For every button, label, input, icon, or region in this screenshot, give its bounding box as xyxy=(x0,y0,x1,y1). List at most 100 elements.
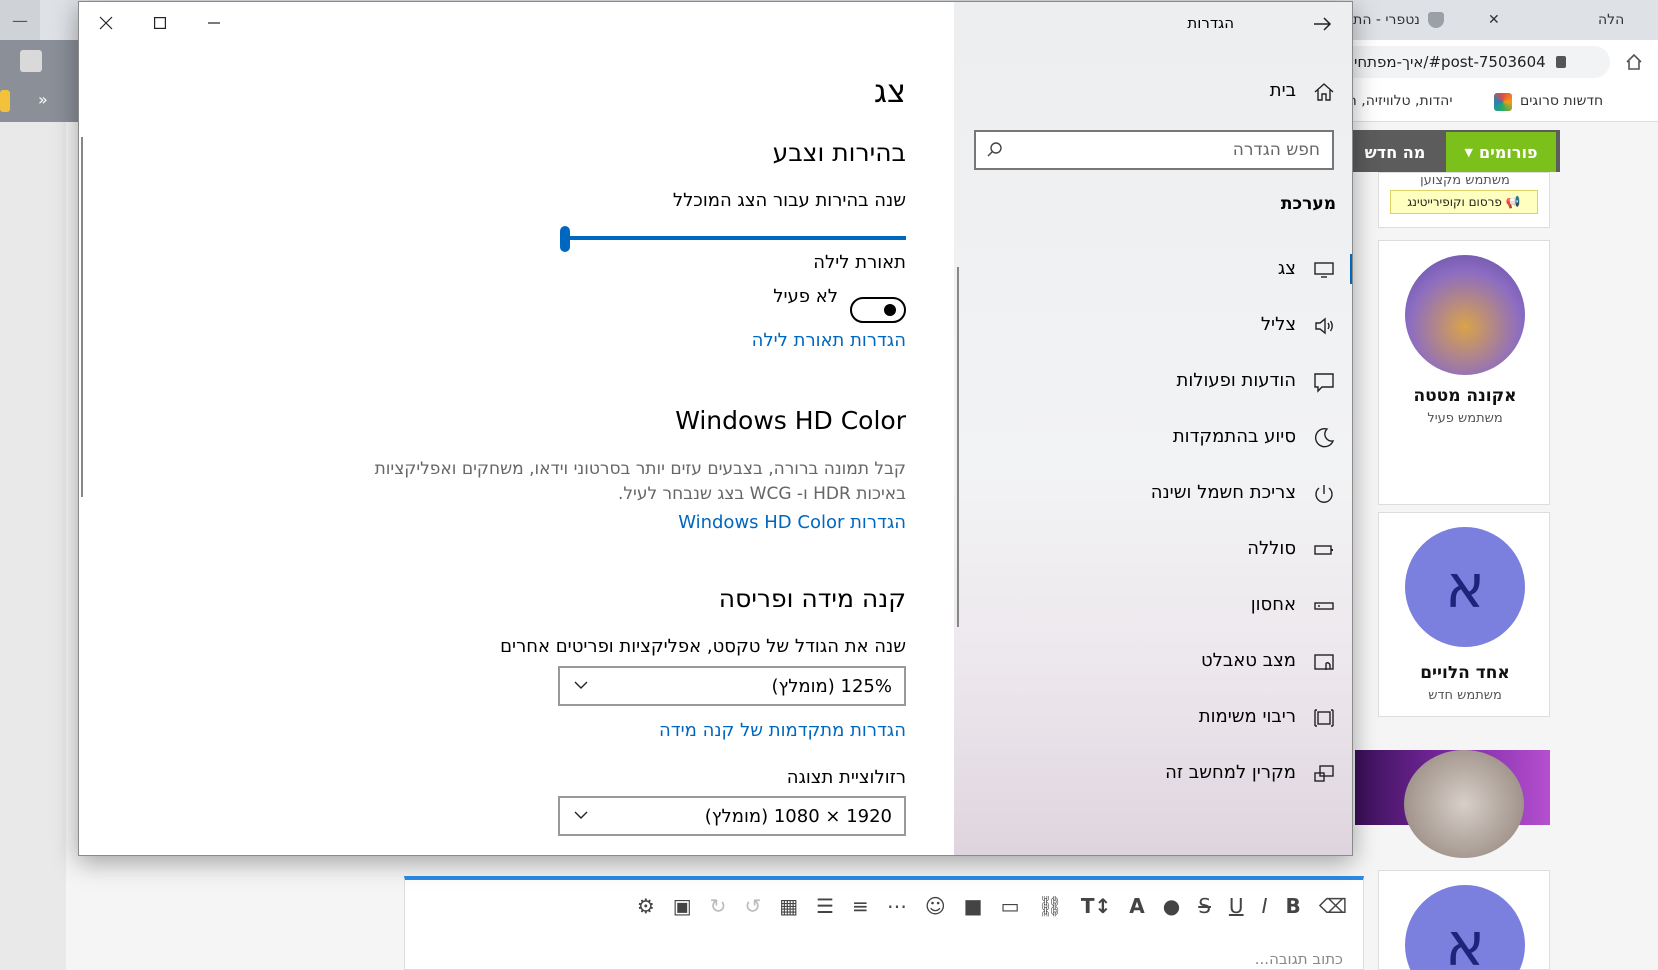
chevron-down-icon xyxy=(572,806,590,824)
editor-toolbar: ⚙ ▣ ↻ ↺ ▦ ☰ ≡ ⋯ ☺ ■ ▭ ⛓ T↕ A ● S U I B ⌫ xyxy=(405,886,1363,926)
hd-color-desc-line: באיכות HDR ו- WCG בצג שנבחר לעיל. xyxy=(617,484,906,504)
nav-item-focus-assist[interactable]: סיוע בהתמקדות xyxy=(954,416,1352,460)
user-role: משתמש פעיל xyxy=(1427,411,1503,426)
content-scrollbar[interactable] xyxy=(81,137,83,497)
moon-icon xyxy=(1312,426,1336,450)
settings-icon[interactable]: ⚙ xyxy=(637,894,655,918)
scale-dropdown-value: 125% (מומלץ) xyxy=(771,676,892,697)
avatar[interactable]: א xyxy=(1405,527,1525,647)
bookmark-folder-icon[interactable] xyxy=(0,90,10,112)
table-icon[interactable]: ▦ xyxy=(779,894,798,918)
search-icon xyxy=(986,141,1004,159)
align-icon[interactable]: ≡ xyxy=(852,894,869,918)
bookmark-favicon-icon xyxy=(1494,93,1512,111)
bookmark-item[interactable]: חדשות סרוגים xyxy=(1520,93,1603,109)
forums-nav-button[interactable]: פורומים ▼ xyxy=(1446,132,1556,172)
chevron-down-icon: ▼ xyxy=(1464,145,1473,159)
tablet-icon xyxy=(1312,650,1336,674)
smiley-icon[interactable]: ☺ xyxy=(925,894,946,918)
italic-icon[interactable]: I xyxy=(1262,894,1268,918)
nav-item-display[interactable]: צג xyxy=(954,248,1352,292)
lock-icon xyxy=(1555,56,1566,68)
reply-editor: ⚙ ▣ ↻ ↺ ▦ ☰ ≡ ⋯ ☺ ■ ▭ ⛓ T↕ A ● S U I B ⌫… xyxy=(404,876,1364,970)
user-name[interactable]: אחד הלויים xyxy=(1379,663,1551,683)
bookmarks-more[interactable]: » xyxy=(38,90,48,109)
nav-item-label: צריכת חשמל ושינה xyxy=(1150,482,1296,503)
nav-item-multitasking[interactable]: ריבוי משימות xyxy=(954,696,1352,740)
font-family-icon[interactable]: A xyxy=(1129,894,1144,918)
reply-placeholder[interactable]: כתוב תגובה... xyxy=(1255,950,1343,968)
nav-item-notifications[interactable]: הודעות ופעולות xyxy=(954,360,1352,404)
nav-item-sound[interactable]: צליל xyxy=(954,304,1352,348)
scale-label: שנה את הגודל של טקסט, אפליקציות ופריטים … xyxy=(500,636,906,657)
resolution-dropdown-value: 1920 × 1080 (מומלץ) xyxy=(704,806,892,827)
nav-item-label: מצב טאבלט xyxy=(1200,650,1296,671)
redo-icon[interactable]: ↻ xyxy=(710,894,727,918)
hd-color-settings-link[interactable]: הגדרות Windows HD Color xyxy=(678,512,906,533)
projector-icon xyxy=(1312,762,1336,786)
nav-home-label: בית xyxy=(1269,80,1296,101)
whatsnew-nav-button[interactable]: מה חדש xyxy=(1345,132,1445,172)
toggle-knob xyxy=(884,304,896,316)
undo-icon[interactable]: ↺ xyxy=(744,894,761,918)
nav-home[interactable]: בית xyxy=(954,70,1352,114)
bookmark-item[interactable]: יהדות, טלוויזיה, חד xyxy=(1340,93,1452,109)
avatar[interactable] xyxy=(1405,255,1525,375)
advanced-scaling-link[interactable]: הגדרות מתקדמות של קנה מידה xyxy=(659,720,906,741)
video-icon[interactable]: ■ xyxy=(964,894,983,918)
home-icon xyxy=(1312,80,1336,104)
user-card: א xyxy=(1378,870,1550,970)
night-light-label: תאורת לילה xyxy=(813,252,906,273)
nav-section-system: מערכת xyxy=(1280,194,1336,214)
user-name[interactable]: אקונה מטטה xyxy=(1379,386,1551,406)
nav-item-storage[interactable]: אחסון xyxy=(954,584,1352,628)
nav-item-battery[interactable]: סוללה xyxy=(954,528,1352,572)
brightness-heading: בהירות וצבע xyxy=(772,138,906,167)
browser-tab-partial[interactable]: הלה xyxy=(1598,0,1624,40)
image-icon[interactable]: ▭ xyxy=(1001,894,1020,918)
multitasking-icon xyxy=(1312,706,1336,730)
settings-window: צג בהירות וצבע שנה בהירות עבור הצג המוכל… xyxy=(78,1,1353,856)
avatar[interactable]: א xyxy=(1405,885,1525,970)
night-light-toggle[interactable] xyxy=(850,297,906,323)
link-icon[interactable]: ⛓ xyxy=(1037,894,1062,918)
home-icon[interactable] xyxy=(1624,52,1644,72)
settings-navigation-pane: הגדרות בית חפש הגדרה מערכת צג צליל הודעו… xyxy=(954,2,1352,855)
promo-badge[interactable]: 📢 פרסום וקופירייטינג xyxy=(1390,190,1538,214)
nav-item-label: סיוע בהתמקדות xyxy=(1172,426,1296,447)
settings-search-input[interactable]: חפש הגדרה xyxy=(974,130,1334,170)
nav-item-label: הודעות ופעולות xyxy=(1176,370,1297,391)
night-light-settings-link[interactable]: הגדרות תאורת לילה xyxy=(752,330,906,351)
brightness-slider-thumb[interactable] xyxy=(560,226,570,252)
save-icon[interactable]: ▣ xyxy=(673,894,692,918)
hd-color-desc-line: קבל תמונה ברורה, בצבעים עזים יותר בסרטונ… xyxy=(374,459,906,479)
list-icon[interactable]: ☰ xyxy=(816,894,834,918)
monitor-icon xyxy=(1312,258,1336,282)
strike-icon[interactable]: S xyxy=(1198,894,1211,918)
scale-dropdown[interactable]: 125% (מומלץ) xyxy=(558,666,906,706)
resolution-dropdown[interactable]: 1920 × 1080 (מומלץ) xyxy=(558,796,906,836)
extension-icon[interactable] xyxy=(20,50,42,72)
bold-icon[interactable]: B xyxy=(1285,894,1300,918)
nav-item-projecting[interactable]: מקרין למחשב זה xyxy=(954,752,1352,796)
back-arrow-icon[interactable] xyxy=(1310,12,1334,36)
font-size-icon[interactable]: T↕ xyxy=(1081,894,1111,918)
nav-item-label: צליל xyxy=(1260,314,1296,335)
color-icon[interactable]: ● xyxy=(1163,894,1180,918)
resolution-label: רזולוציית תצוגה xyxy=(786,767,906,788)
nav-item-tablet-mode[interactable]: מצב טאבלט xyxy=(954,640,1352,684)
hd-color-description: קבל תמונה ברורה, בצבעים עזים יותר בסרטונ… xyxy=(346,457,906,507)
browser-tab-netfree[interactable]: נטפרי - התי xyxy=(1350,0,1444,40)
address-bar[interactable]: איך-מפתחי/#post-7503604 xyxy=(1340,46,1610,78)
brightness-slider-track[interactable] xyxy=(562,236,906,240)
more-icon[interactable]: ⋯ xyxy=(887,894,907,918)
browser-left-area: » xyxy=(0,40,78,122)
browser-tab-left[interactable]: — xyxy=(0,0,40,40)
nav-item-power-sleep[interactable]: צריכת חשמל ושינה xyxy=(954,472,1352,516)
tab-close-icon[interactable]: ✕ xyxy=(1488,0,1500,40)
search-placeholder: חפש הגדרה xyxy=(1232,140,1320,160)
power-icon xyxy=(1312,482,1336,506)
underline-icon[interactable]: U xyxy=(1229,894,1244,918)
eraser-icon[interactable]: ⌫ xyxy=(1319,894,1347,918)
ad-image xyxy=(1404,750,1524,858)
